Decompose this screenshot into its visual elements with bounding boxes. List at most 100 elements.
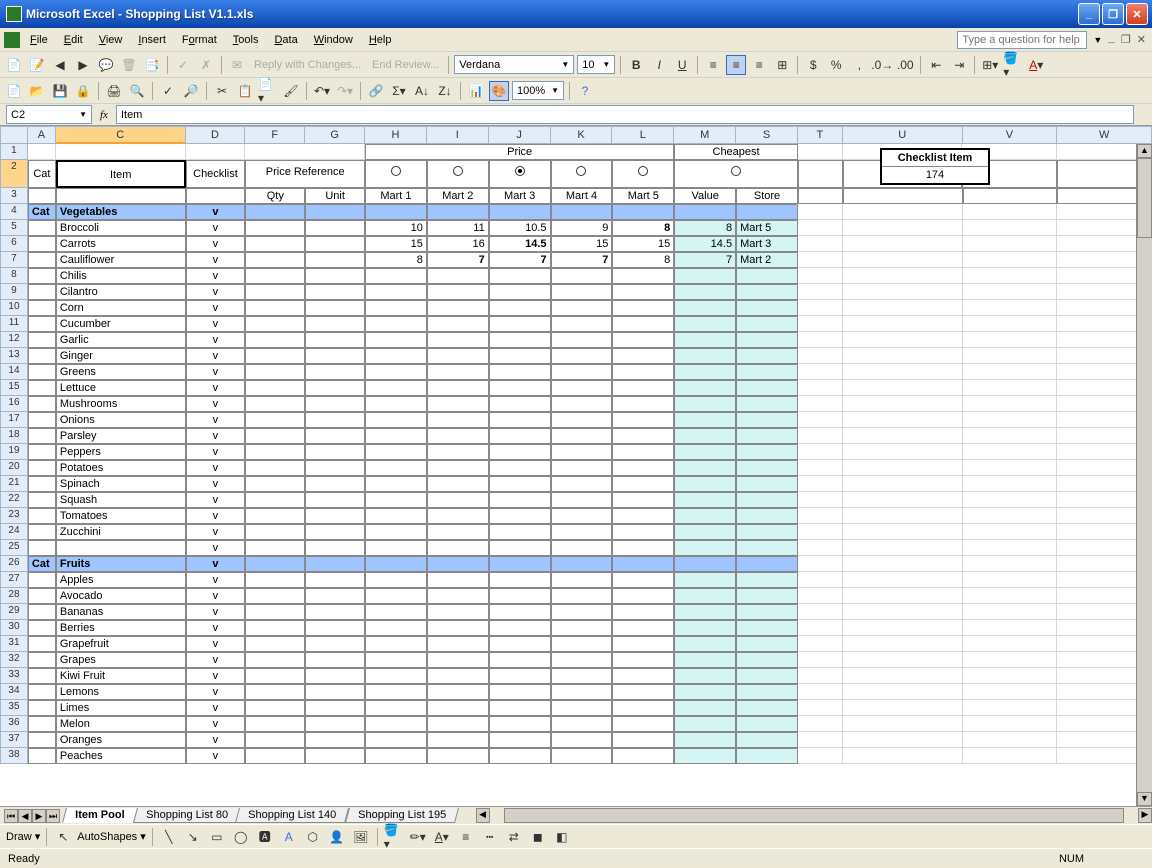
cell[interactable]: 7 (489, 252, 551, 268)
cell[interactable] (305, 524, 365, 540)
cell[interactable] (28, 460, 56, 476)
cell[interactable]: Vegetables (56, 204, 186, 220)
cell[interactable] (963, 268, 1058, 284)
cell[interactable] (245, 220, 305, 236)
redo-button[interactable]: ↷▾ (335, 81, 355, 101)
cell[interactable] (305, 508, 365, 524)
cell[interactable] (843, 332, 963, 348)
cell[interactable] (736, 332, 798, 348)
cell[interactable] (674, 684, 736, 700)
cell[interactable] (798, 556, 843, 572)
cell[interactable] (736, 684, 798, 700)
cell[interactable] (612, 428, 674, 444)
cell[interactable] (427, 364, 489, 380)
cell[interactable] (736, 588, 798, 604)
cell[interactable]: v (186, 732, 246, 748)
drawing-button[interactable]: 🎨 (489, 81, 509, 101)
cell[interactable] (551, 284, 613, 300)
cell[interactable]: Peaches (56, 748, 186, 764)
draw-menu[interactable]: Draw ▾ (6, 830, 40, 843)
cell[interactable] (305, 684, 365, 700)
cell[interactable]: v (186, 220, 246, 236)
cell[interactable] (612, 636, 674, 652)
cell[interactable] (843, 300, 963, 316)
cell[interactable] (843, 572, 963, 588)
cell[interactable] (963, 492, 1058, 508)
cell[interactable] (798, 160, 843, 188)
cell[interactable] (963, 332, 1058, 348)
cell[interactable] (245, 636, 305, 652)
cell[interactable] (736, 572, 798, 588)
send-mail-icon[interactable]: ✉ (227, 55, 247, 75)
cell[interactable]: v (186, 332, 246, 348)
cell[interactable]: Apples (56, 572, 186, 588)
cell[interactable] (245, 412, 305, 428)
cell[interactable] (551, 508, 613, 524)
cell[interactable] (28, 444, 56, 460)
cell[interactable] (305, 540, 365, 556)
col-header-M[interactable]: M (674, 126, 736, 144)
cell[interactable] (843, 732, 963, 748)
cell[interactable] (963, 396, 1058, 412)
row-header[interactable]: 19 (0, 444, 28, 460)
cell[interactable] (612, 556, 674, 572)
cell[interactable] (365, 444, 427, 460)
cell[interactable] (427, 412, 489, 428)
cell[interactable] (843, 604, 963, 620)
cell[interactable] (305, 348, 365, 364)
cell[interactable] (736, 636, 798, 652)
doc-close-button[interactable]: ✕ (1137, 33, 1146, 47)
spelling-button[interactable]: ✓ (158, 81, 178, 101)
fill-color-draw-icon[interactable]: 🪣▾ (384, 827, 404, 847)
cell[interactable] (489, 364, 551, 380)
cell[interactable] (674, 284, 736, 300)
cell[interactable] (305, 396, 365, 412)
cell[interactable] (963, 284, 1058, 300)
copy-button[interactable]: 📋 (235, 81, 255, 101)
format-painter-button[interactable]: 🖌 (281, 81, 301, 101)
cell[interactable] (427, 620, 489, 636)
cell[interactable]: Lemons (56, 684, 186, 700)
cell[interactable] (28, 380, 56, 396)
cell[interactable] (28, 316, 56, 332)
cell[interactable] (305, 588, 365, 604)
row-header[interactable]: 2 (0, 160, 28, 188)
cell[interactable] (963, 508, 1058, 524)
print-preview-button[interactable]: 🔍 (127, 81, 147, 101)
cell[interactable]: v (186, 748, 246, 764)
row-header[interactable]: 21 (0, 476, 28, 492)
cell[interactable] (674, 636, 736, 652)
row-header[interactable]: 6 (0, 236, 28, 252)
window-maximize-button[interactable]: ❐ (1102, 3, 1124, 25)
show-hide-comment-icon[interactable]: 💬 (96, 55, 116, 75)
cell[interactable] (427, 540, 489, 556)
oval-icon[interactable]: ◯ (231, 827, 251, 847)
cell[interactable] (28, 144, 56, 160)
cell[interactable] (963, 348, 1058, 364)
cell[interactable] (551, 412, 613, 428)
open-button[interactable]: 📂 (27, 81, 47, 101)
cell[interactable] (843, 268, 963, 284)
select-objects-icon[interactable]: ↖ (53, 827, 73, 847)
cell[interactable] (736, 492, 798, 508)
cell[interactable] (798, 492, 843, 508)
cell[interactable] (612, 300, 674, 316)
cell[interactable] (551, 524, 613, 540)
cell[interactable] (489, 460, 551, 476)
cell[interactable] (843, 684, 963, 700)
cell[interactable] (798, 332, 843, 348)
name-box[interactable]: C2▼ (6, 105, 92, 124)
accept-change-icon[interactable]: ✓ (173, 55, 193, 75)
cell[interactable] (427, 748, 489, 764)
cell[interactable] (612, 396, 674, 412)
cell[interactable] (489, 348, 551, 364)
col-header-J[interactable]: J (489, 126, 551, 144)
cell[interactable] (245, 684, 305, 700)
cell[interactable] (489, 492, 551, 508)
cell[interactable] (28, 300, 56, 316)
mart-radio-1[interactable] (391, 166, 401, 176)
cell[interactable] (963, 684, 1058, 700)
cell[interactable] (736, 444, 798, 460)
cell[interactable] (245, 700, 305, 716)
cell[interactable] (245, 540, 305, 556)
